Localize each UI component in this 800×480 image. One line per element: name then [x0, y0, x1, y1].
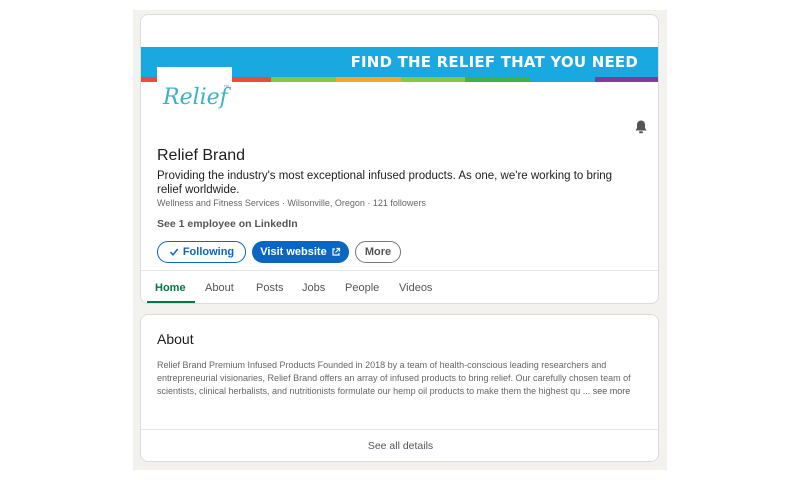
bell-icon[interactable]	[633, 119, 649, 135]
stripe-segment	[530, 77, 596, 82]
more-button[interactable]: More	[355, 241, 401, 263]
about-description: Relief Brand Premium Infused Products Fo…	[157, 359, 645, 398]
tab-videos[interactable]: Videos	[399, 282, 432, 294]
tab-jobs[interactable]: Jobs	[302, 282, 325, 294]
about-card: About Relief Brand Premium Infused Produ…	[140, 314, 659, 462]
about-description-text: Relief Brand Premium Infused Products Fo…	[157, 360, 631, 396]
company-logo[interactable]: Relief ™	[157, 67, 232, 129]
visit-website-button[interactable]: Visit website	[252, 241, 349, 263]
banner-text: FIND THE RELIEF THAT YOU NEED	[350, 53, 638, 71]
tab-home[interactable]: Home	[155, 282, 186, 294]
see-all-details-link[interactable]: See all details	[141, 440, 658, 452]
check-icon	[169, 248, 179, 256]
logo-wordmark: Relief	[163, 85, 228, 110]
company-meta: Wellness and Fitness Services · Wilsonvi…	[157, 198, 426, 208]
see-more-link[interactable]: see more	[593, 386, 631, 396]
following-label: Following	[182, 246, 235, 258]
visit-website-label: Visit website	[260, 246, 327, 258]
page-background: FIND THE RELIEF THAT YOU NEED Relief ™ R…	[133, 10, 667, 470]
stripe-segment	[595, 77, 658, 82]
about-title: About	[157, 331, 194, 347]
tab-posts[interactable]: Posts	[256, 282, 284, 294]
following-button[interactable]: Following	[157, 241, 246, 263]
external-link-icon	[332, 247, 340, 256]
active-tab-indicator	[147, 301, 195, 303]
company-profile-card: FIND THE RELIEF THAT YOU NEED Relief ™ R…	[140, 14, 659, 304]
company-name: Relief Brand	[157, 147, 246, 164]
stripe-segment	[465, 77, 531, 82]
stripe-segment	[335, 77, 401, 82]
tabs-divider	[141, 270, 658, 271]
stripe-segment	[270, 77, 336, 82]
see-employees-link[interactable]: See 1 employee on LinkedIn	[157, 218, 298, 230]
tab-people[interactable]: People	[345, 282, 379, 294]
logo-trademark: ™	[223, 85, 229, 91]
tab-about[interactable]: About	[205, 282, 234, 294]
about-divider	[141, 429, 658, 430]
stripe-segment	[400, 77, 466, 82]
company-tagline: Providing the industry's most exceptiona…	[157, 170, 613, 196]
more-label: More	[364, 246, 392, 258]
